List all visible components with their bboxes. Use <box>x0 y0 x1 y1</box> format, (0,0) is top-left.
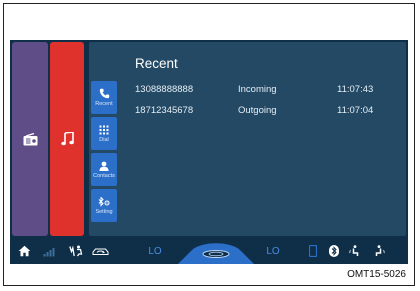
phone-panel: Recent Recent Dial Contacts Setting 1308… <box>89 42 406 236</box>
setting-button[interactable]: Setting <box>91 189 117 222</box>
call-time: 11:07:43 <box>337 84 374 95</box>
call-log-row[interactable]: 18712345678 Outgoing 11:07:04 <box>135 105 405 117</box>
recent-label: Recent <box>95 101 113 107</box>
dial-label: Dial <box>99 136 109 143</box>
phone-status <box>308 243 318 259</box>
infotainment-screen: Recent Recent Dial Contacts Setting 1308… <box>10 40 408 264</box>
signal-icon <box>43 247 55 256</box>
recirculation-button[interactable] <box>91 243 109 259</box>
call-time: 11:07:04 <box>337 105 374 116</box>
car-recirculation-icon <box>92 248 108 255</box>
music-tile[interactable] <box>50 42 84 236</box>
recent-button[interactable]: Recent <box>91 81 117 114</box>
page-title: Recent <box>135 56 178 71</box>
keypad-icon <box>99 125 109 134</box>
signal-strength <box>42 243 58 259</box>
dial-button[interactable]: Dial <box>91 117 117 150</box>
radio-icon <box>23 132 37 145</box>
figure-code: OMT15-5026 <box>347 269 406 280</box>
call-direction: Incoming <box>238 84 277 95</box>
call-number: 18712345678 <box>135 105 194 116</box>
seat-airflow-icon <box>69 245 83 257</box>
contacts-label: Contacts <box>93 172 115 179</box>
seat-heater-icon <box>375 245 385 256</box>
left-seat-heat[interactable] <box>348 243 360 259</box>
bluetooth-icon <box>329 245 339 257</box>
phone-icon <box>99 88 109 99</box>
contacts-button[interactable]: Contacts <box>91 153 117 186</box>
person-icon <box>99 161 109 171</box>
mobile-phone-icon <box>309 245 317 257</box>
right-temperature[interactable]: LO <box>263 243 283 259</box>
call-direction: Outgoing <box>238 105 277 116</box>
bottom-status-bar: LO LO <box>10 238 408 264</box>
setting-label: Setting <box>95 208 113 215</box>
home-button[interactable] <box>16 243 32 259</box>
call-number: 13088888888 <box>135 84 194 95</box>
seat-fan-button[interactable] <box>68 243 84 259</box>
left-temperature[interactable]: LO <box>145 243 165 259</box>
home-icon <box>18 245 30 257</box>
radio-tile[interactable] <box>12 42 48 236</box>
bluetooth-status <box>328 243 340 259</box>
seat-heater-icon <box>349 245 359 256</box>
right-seat-heat[interactable] <box>374 243 386 259</box>
call-log-row[interactable]: 13088888888 Incoming 11:07:43 <box>135 84 405 96</box>
music-note-icon <box>60 132 74 146</box>
bluetooth-settings-icon <box>98 196 110 207</box>
fan-arc-icon <box>178 243 254 264</box>
fan-speed-control[interactable] <box>178 238 254 264</box>
